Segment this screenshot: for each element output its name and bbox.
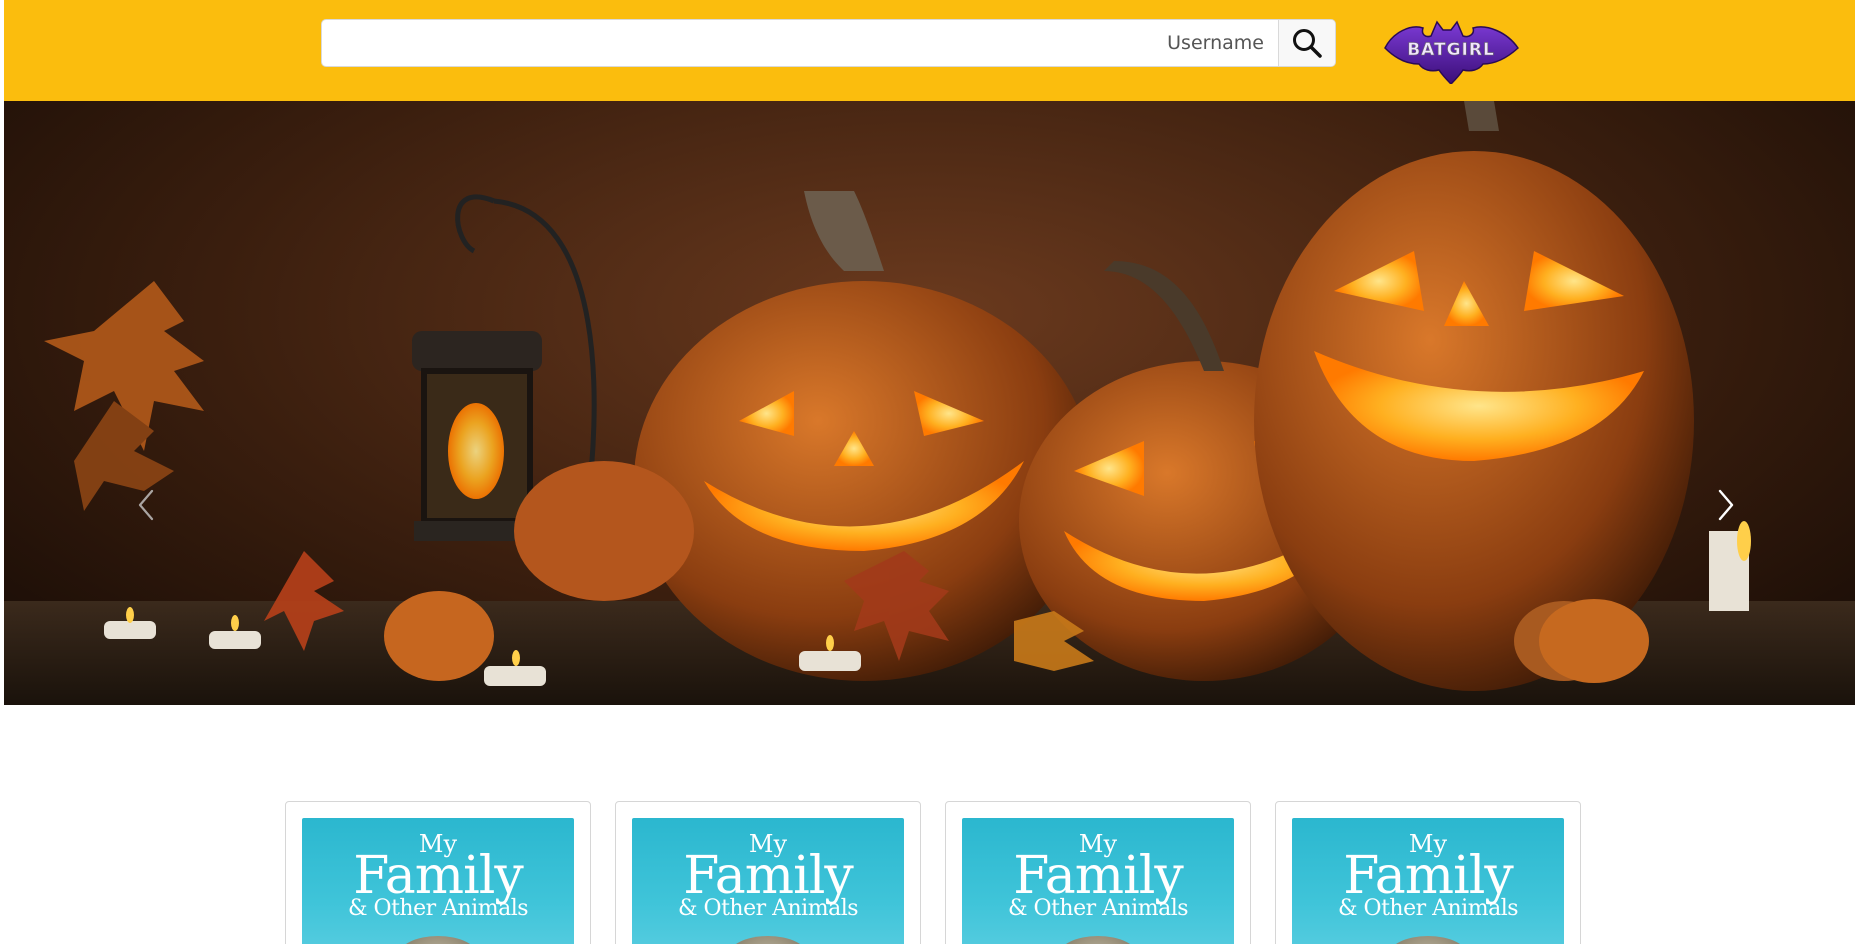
book-card[interactable]: My Family & Other Animals xyxy=(945,801,1251,944)
top-header: BATGIRL xyxy=(0,0,1855,101)
search-button[interactable] xyxy=(1278,20,1335,66)
svg-text:BATGIRL: BATGIRL xyxy=(1407,40,1495,60)
username-search-input[interactable] xyxy=(322,20,1278,66)
cover-tortoise-image xyxy=(1388,936,1468,944)
book-card[interactable]: My Family & Other Animals xyxy=(615,801,921,944)
hero-carousel xyxy=(4,101,1855,705)
book-card[interactable]: My Family & Other Animals xyxy=(1275,801,1581,944)
cover-tortoise-image xyxy=(398,936,478,944)
book-card[interactable]: My Family & Other Animals xyxy=(285,801,591,944)
batgirl-logo[interactable]: BATGIRL xyxy=(1383,18,1520,86)
cover-title-line3: & Other Animals xyxy=(1007,896,1189,921)
cover-title-line3: & Other Animals xyxy=(347,896,529,921)
cover-title-line3: & Other Animals xyxy=(677,896,859,921)
search-bar xyxy=(321,19,1336,67)
cover-title-line3: & Other Animals xyxy=(1337,896,1519,921)
book-cover[interactable]: My Family & Other Animals xyxy=(302,818,574,944)
chevron-left-icon xyxy=(138,489,154,521)
cover-tortoise-image xyxy=(1058,936,1138,944)
page-edge xyxy=(0,0,4,944)
cover-tortoise-image xyxy=(728,936,808,944)
carousel-next-button[interactable] xyxy=(1706,481,1746,529)
search-icon xyxy=(1293,29,1322,58)
chevron-right-icon xyxy=(1718,489,1734,521)
book-cover[interactable]: My Family & Other Animals xyxy=(1292,818,1564,944)
bat-logo: BATGIRL xyxy=(1384,20,1519,86)
book-cover[interactable]: My Family & Other Animals xyxy=(962,818,1234,944)
book-cards: My Family & Other Animals My Family & Ot… xyxy=(285,801,1581,944)
book-cover[interactable]: My Family & Other Animals xyxy=(632,818,904,944)
carousel-prev-button[interactable] xyxy=(126,481,166,529)
halloween-pumpkins-image xyxy=(4,101,1855,705)
